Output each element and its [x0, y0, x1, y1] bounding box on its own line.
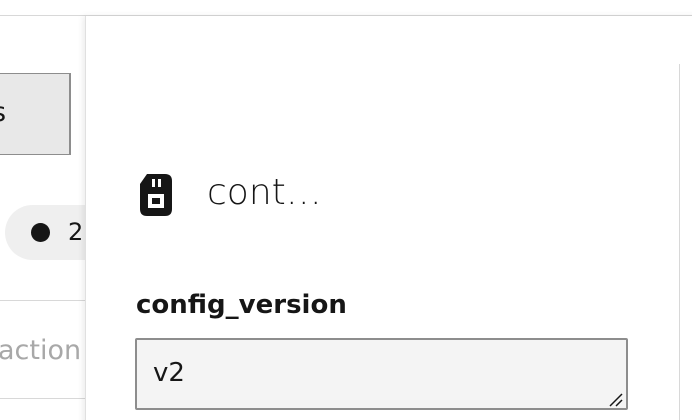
config-version-label: config_version	[136, 290, 347, 320]
tab-separator	[69, 73, 71, 155]
background-tab[interactable]	[0, 73, 71, 155]
app-root: s 2 action cont… config_version v2	[0, 0, 692, 420]
background-input-placeholder: action	[0, 335, 82, 366]
sd-card-icon	[138, 172, 174, 218]
resize-grip-icon[interactable]	[606, 390, 624, 408]
background-divider-bottom	[0, 398, 90, 399]
panel-content-edge	[679, 64, 680, 420]
background-pill-text: 2	[68, 218, 84, 246]
background-divider-top	[0, 300, 90, 301]
config-version-field[interactable]: v2	[135, 338, 628, 410]
status-dot-icon	[31, 223, 50, 242]
background-tab-label: s	[0, 97, 6, 128]
panel-title: cont…	[207, 172, 322, 213]
